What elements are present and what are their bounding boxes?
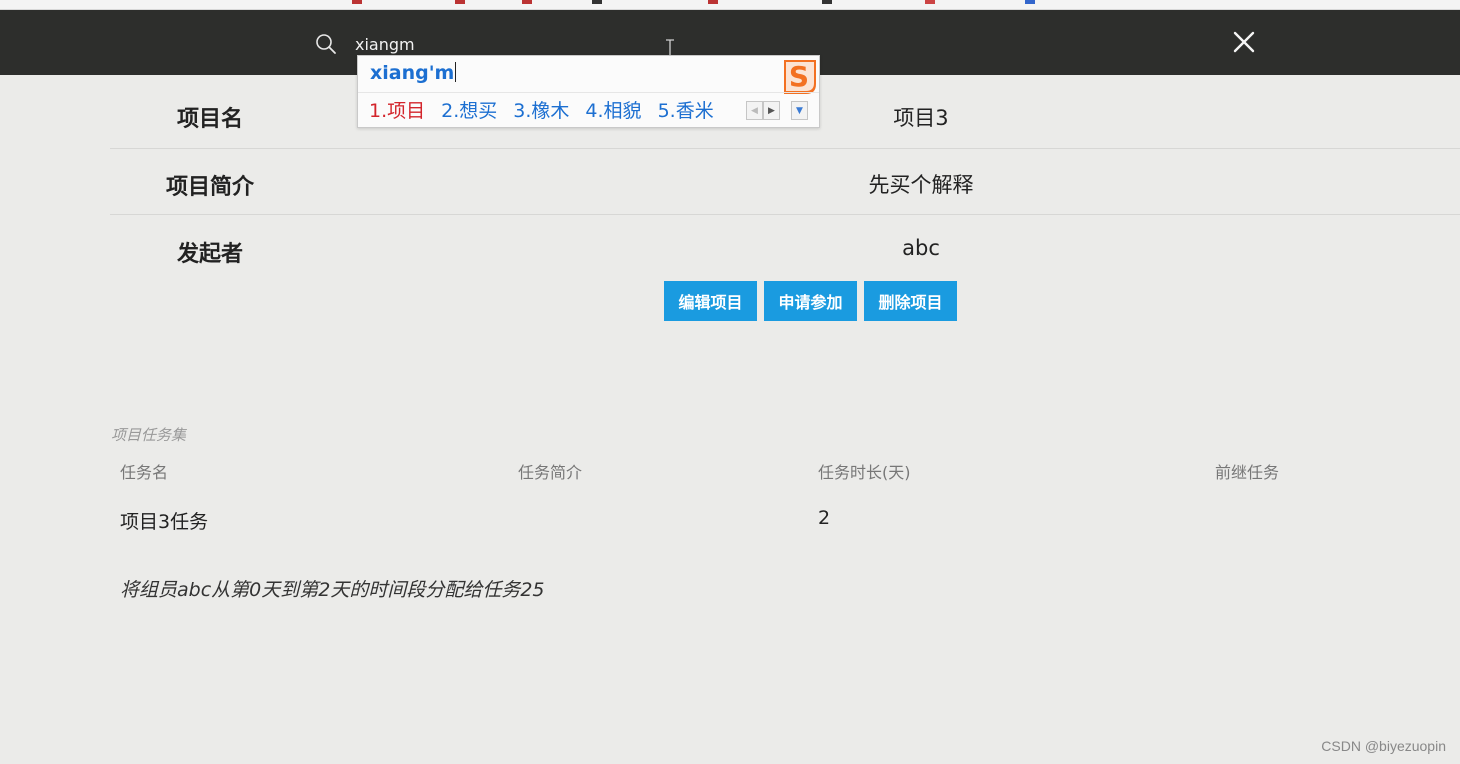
ime-candidate[interactable]: 2.想买 [441, 96, 497, 123]
project-actions: 编辑项目 申请参加 删除项目 [664, 281, 957, 321]
bookmark-favicon[interactable] [822, 0, 832, 4]
ime-candidate-popup: xiang'm S 1.项目 2.想买 3.橡木 4.相貌 5.香米 ◀ ▶ ▼ [357, 55, 820, 128]
ime-next-page-icon[interactable]: ▶ [763, 101, 780, 120]
project-intro-value: 先买个解释 [868, 173, 974, 197]
detail-row-initiator: 发起者 abc [110, 215, 1460, 275]
bookmark-favicon[interactable] [1025, 0, 1035, 4]
detail-row-project-intro: 项目简介 先买个解释 [110, 149, 1460, 215]
bookmark-favicon[interactable] [455, 0, 465, 4]
task-set-caption: 项目任务集 [111, 426, 187, 444]
ime-candidate-list: 1.项目 2.想买 3.橡木 4.相貌 5.香米 [369, 96, 730, 123]
ime-candidate[interactable]: 5.香米 [658, 96, 714, 123]
initiator-label: 发起者 [176, 242, 243, 267]
task-header-predecessor: 前继任务 [1215, 463, 1280, 482]
ime-page-nav: ◀ ▶ [746, 101, 780, 120]
task-name-cell: 项目3任务 [120, 511, 209, 533]
edit-project-button[interactable]: 编辑项目 [664, 281, 757, 321]
task-header-duration: 任务时长(天) [818, 463, 911, 482]
task-duration-cell: 2 [818, 507, 831, 529]
bookmark-favicon[interactable] [592, 0, 602, 4]
svg-text:S: S [789, 60, 809, 93]
project-intro-label: 项目简介 [165, 175, 254, 200]
initiator-value: abc [902, 236, 940, 260]
ime-divider [358, 92, 819, 93]
task-header-name: 任务名 [120, 463, 169, 482]
close-icon[interactable] [1232, 30, 1256, 54]
bookmark-favicon[interactable] [925, 0, 935, 4]
ime-prev-page-icon[interactable]: ◀ [746, 101, 763, 120]
bookmark-favicon[interactable] [522, 0, 532, 4]
ime-composition: xiang'm [370, 62, 457, 84]
watermark: CSDN @biyezuopin [1321, 738, 1446, 754]
ime-candidate[interactable]: 3.橡木 [513, 96, 569, 123]
bookmark-favicon[interactable] [352, 0, 362, 4]
bookmark-favicon[interactable] [708, 0, 718, 4]
delete-project-button[interactable]: 删除项目 [864, 281, 957, 321]
ime-candidate[interactable]: 4.相貌 [585, 96, 641, 123]
search-input[interactable] [355, 32, 685, 56]
ime-expand-icon[interactable]: ▼ [791, 101, 808, 120]
browser-bookmark-strip [0, 0, 1460, 10]
join-project-button[interactable]: 申请参加 [764, 281, 857, 321]
ime-candidate[interactable]: 1.项目 [369, 96, 425, 123]
search-icon[interactable] [315, 33, 337, 55]
task-header-intro: 任务简介 [518, 463, 583, 482]
assignment-note: 将组员abc从第0天到第2天的时间段分配给任务25 [120, 579, 545, 601]
project-name-label: 项目名 [176, 107, 243, 132]
sogou-ime-logo: S [784, 60, 816, 94]
